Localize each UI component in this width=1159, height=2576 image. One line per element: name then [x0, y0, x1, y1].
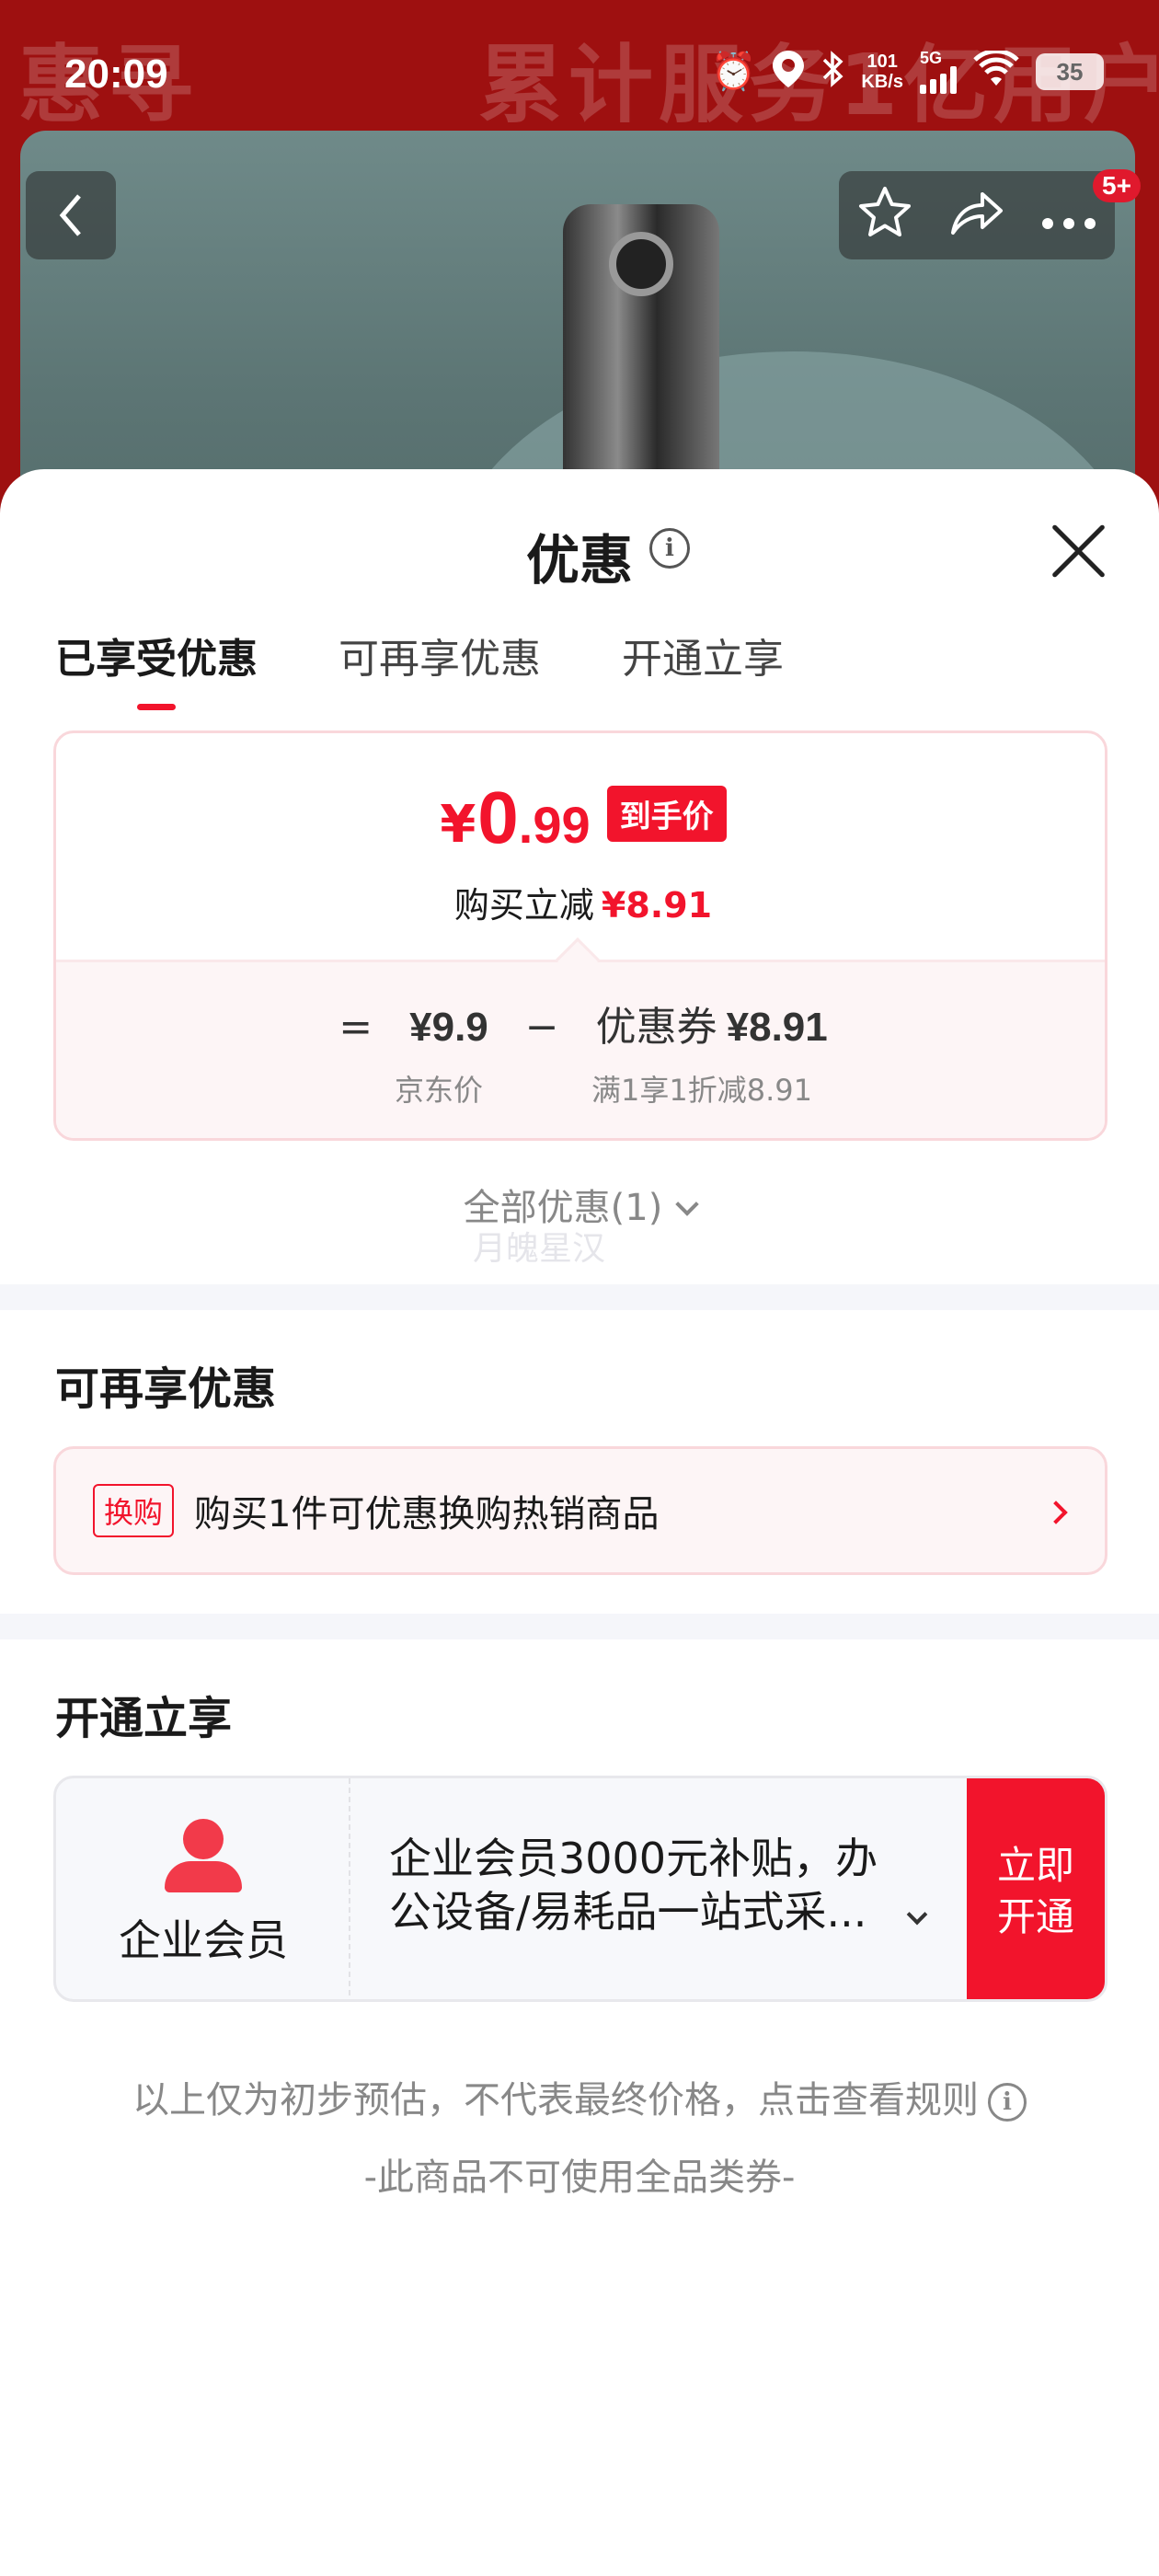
back-button[interactable] [26, 171, 116, 259]
jd-price-label: 京东价 [395, 1073, 484, 1108]
info-icon: i [988, 2083, 1027, 2122]
jd-price: ¥9.9 [409, 1005, 488, 1050]
instant-reduction: 购买立减 ¥8.91 [56, 877, 1105, 927]
equals-sign: = [339, 1004, 373, 1051]
minus-sign: − [524, 1004, 559, 1051]
tab-more-discounts[interactable]: 可再享优惠 [339, 626, 541, 710]
member-name: 企业会员 [119, 1915, 288, 1965]
reduction-label: 购买立减 [453, 885, 594, 926]
chevron-right-icon [1044, 1501, 1068, 1524]
user-icon [161, 1819, 246, 1892]
product-toolbar [839, 171, 1115, 259]
calculation-row: = ¥9.9 − 优惠券 ¥8.91 [56, 994, 1105, 1052]
final-price-badge: 到手价 [606, 785, 727, 842]
swap-purchase-item[interactable]: 换购 购买1件可优惠换购热销商品 [53, 1446, 1107, 1575]
location-icon [773, 50, 805, 94]
price-rules-note[interactable]: 以上仅为初步预估，不代表最终价格，点击查看规则 i [0, 2070, 1159, 2123]
activate-now-button[interactable]: 立即开通 [967, 1778, 1105, 1999]
discount-sheet: 优惠 i 已享受优惠 可再享优惠 开通立享 ¥ 0 .99 到手价 购买立减 ¥8… [0, 469, 1159, 2576]
member-badge: 企业会员 [56, 1778, 350, 1999]
coupon-description: 满1享1折减8.91 [591, 1073, 812, 1108]
tab-enjoyed-discounts[interactable]: 已享受优惠 [55, 626, 258, 710]
share-icon[interactable] [949, 187, 1004, 244]
price-integer: 0 [477, 776, 519, 858]
price-calculation: = ¥9.9 − 优惠券 ¥8.91 京东价 满1享1折减8.91 [56, 937, 1105, 1138]
favorite-star-icon[interactable] [857, 185, 912, 246]
bluetooth-icon [820, 50, 844, 94]
battery-icon: 35 [1036, 53, 1104, 90]
status-bar: 20:09 ⏰ 101 KB/s 5G 35 [0, 0, 1159, 147]
sheet-title: 优惠 [525, 529, 633, 592]
coupon-restriction-note: -此商品不可使用全品类券- [363, 2156, 796, 2199]
activate-title: 开通立享 [55, 1693, 233, 1744]
swap-description: 购买1件可优惠换购热销商品 [194, 1493, 660, 1535]
coupon-amount: ¥8.91 [726, 1005, 828, 1050]
member-description[interactable]: 企业会员3000元补贴，办公设备/易耗品一站式采... [389, 1832, 904, 1938]
network-speed: 101 KB/s [861, 52, 903, 92]
close-button[interactable] [1045, 515, 1111, 581]
alarm-icon: ⏰ [710, 51, 757, 93]
notification-badge: 5+ [1093, 169, 1141, 202]
chevron-left-icon [59, 194, 81, 236]
status-icons: ⏰ 101 KB/s 5G 35 [710, 48, 1104, 94]
more-options-icon[interactable] [1041, 193, 1096, 237]
tab-bar: 已享受优惠 可再享优惠 开通立享 [55, 626, 865, 710]
status-time: 20:09 [64, 52, 168, 97]
price-decimal: .99 [518, 796, 591, 854]
swap-tag: 换购 [93, 1484, 175, 1537]
price-card: ¥ 0 .99 到手价 购买立减 ¥8.91 = ¥9.9 − 优惠券 ¥8.91… [53, 730, 1107, 1141]
chevron-down-icon [675, 1192, 700, 1216]
more-discounts-title: 可再享优惠 [55, 1363, 277, 1415]
currency-symbol: ¥ [440, 795, 476, 855]
cellular-signal-icon: 5G [920, 50, 957, 94]
enterprise-member-card: 企业会员 企业会员3000元补贴，办公设备/易耗品一站式采... 立即开通 [53, 1776, 1107, 2002]
reduction-amount: ¥8.91 [601, 885, 713, 926]
section-divider [0, 1284, 1159, 1310]
coupon-name: 优惠券 [595, 1004, 717, 1051]
expand-chevron-icon[interactable] [906, 1903, 928, 1926]
section-divider [0, 1614, 1159, 1639]
wifi-icon [973, 48, 1019, 94]
watermark: 月魄星汉 [473, 1230, 606, 1268]
final-price: ¥ 0 .99 到手价 [56, 776, 1105, 858]
tab-activate-enjoy[interactable]: 开通立享 [622, 626, 784, 710]
info-icon[interactable]: i [649, 528, 690, 569]
